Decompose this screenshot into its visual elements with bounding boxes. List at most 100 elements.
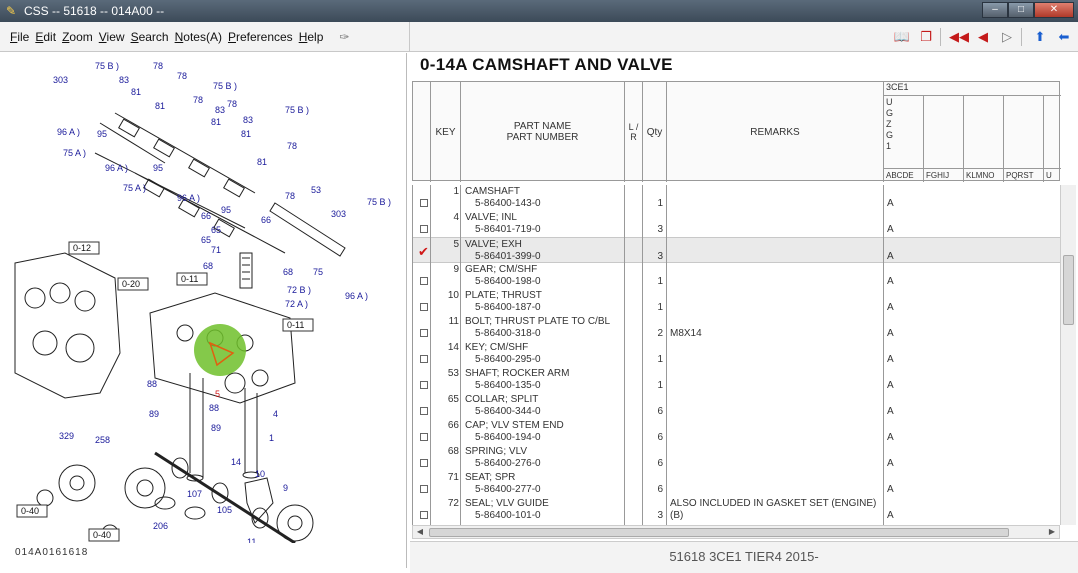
ref-label[interactable]: 0-11 [287, 320, 304, 330]
part-callout[interactable]: 75 A ) [63, 148, 86, 158]
ref-label[interactable]: 0-40 [21, 506, 39, 516]
vertical-scrollbar[interactable] [1060, 185, 1076, 525]
part-callout[interactable]: 1 [269, 433, 274, 443]
part-callout[interactable]: 68 [283, 267, 293, 277]
part-callout[interactable]: 75 B ) [367, 197, 391, 207]
table-row[interactable]: 65 COLLAR; SPLIT 5-86400-344-0 6 A [413, 393, 1060, 419]
highlight-marker[interactable] [194, 324, 246, 376]
table-row[interactable]: 66 CAP; VLV STEM END 5-86400-194-0 6 A [413, 419, 1060, 445]
table-row[interactable]: 72 SEAL; VLV GUIDE 5-86400-101-0 3 ALSO INCL… [413, 497, 1060, 523]
part-callout[interactable]: 78 [227, 99, 237, 109]
menu-preferences[interactable]: Preferences [228, 30, 293, 44]
part-column-header[interactable]: PART NAME PART NUMBER [461, 82, 625, 182]
horizontal-scrollbar[interactable]: ◀ ▶ [412, 525, 1060, 539]
table-row[interactable]: 9 GEAR; CM/SHF 5-86400-198-0 1 A [413, 263, 1060, 289]
part-callout[interactable]: 81 [131, 87, 141, 97]
row-checkbox[interactable] [420, 433, 428, 441]
part-callout[interactable]: 10 [255, 469, 265, 479]
part-callout[interactable]: 81 [257, 157, 267, 167]
part-callout[interactable]: 329 [59, 431, 74, 441]
menu-edit[interactable]: Edit [35, 30, 56, 44]
table-row[interactable]: ✔ 5 VALVE; EXH 5-86401-399-0 3 A [413, 237, 1060, 263]
scrollbar-thumb[interactable] [1063, 255, 1074, 325]
part-callout[interactable]: 81 [211, 117, 221, 127]
part-callout[interactable]: 4 [273, 409, 278, 419]
part-callout[interactable]: 68 [203, 261, 213, 271]
menu-view[interactable]: View [99, 30, 125, 44]
table-row[interactable]: 11 BOLT; THRUST PLATE TO C/BL 5-86400-318-… [413, 315, 1060, 341]
previous-page-icon[interactable]: ◀ [973, 27, 993, 47]
row-checkbox[interactable] [420, 485, 428, 493]
part-callout[interactable]: 65 [211, 225, 221, 235]
part-callout[interactable]: 88 [147, 379, 157, 389]
part-callout[interactable]: 81 [241, 129, 251, 139]
back-arrow-icon[interactable]: ⬅ [1054, 27, 1074, 47]
part-callout[interactable]: 206 [153, 521, 168, 531]
part-callout[interactable]: 65 [201, 235, 211, 245]
part-callout[interactable]: 96 A ) [345, 291, 368, 301]
part-callout[interactable]: 66 [201, 211, 211, 221]
ref-label[interactable]: 0-11 [181, 274, 198, 284]
part-callout[interactable]: 89 [211, 423, 221, 433]
copy-pages-icon[interactable]: ❐ [916, 27, 936, 47]
menu-notesa[interactable]: Notes(A) [175, 30, 222, 44]
table-row[interactable]: 10 PLATE; THRUST 5-86400-187-0 1 A [413, 289, 1060, 315]
part-callout[interactable]: 83 [243, 115, 253, 125]
qty-column-header[interactable]: Qty [643, 82, 667, 182]
first-page-icon[interactable]: ◀◀ [949, 27, 969, 47]
key-column-header[interactable]: KEY [431, 82, 461, 182]
table-row[interactable]: 71 SEAT; SPR 5-86400-277-0 6 A [413, 471, 1060, 497]
part-callout[interactable]: 66 [261, 215, 271, 225]
part-callout[interactable]: 96 A ) [105, 163, 128, 173]
part-callout[interactable]: 5 [215, 389, 220, 399]
part-callout[interactable]: 88 [209, 403, 219, 413]
part-callout[interactable]: 78 [193, 95, 203, 105]
part-callout[interactable]: 89 [149, 409, 159, 419]
part-callout[interactable]: 95 [97, 129, 107, 139]
table-row[interactable]: 4 VALVE; INL 5-86401-719-0 3 A [413, 211, 1060, 237]
row-checkbox[interactable] [420, 199, 428, 207]
remarks-column-header[interactable]: REMARKS [667, 82, 884, 182]
scroll-left-arrow-icon[interactable]: ◀ [413, 526, 427, 538]
row-checkbox[interactable] [420, 381, 428, 389]
ref-label[interactable]: 0-20 [122, 279, 140, 289]
part-callout[interactable]: 75 [313, 267, 323, 277]
part-callout[interactable]: 11 [247, 537, 256, 547]
close-button[interactable]: ✕ [1034, 2, 1074, 18]
minimize-button[interactable]: – [982, 2, 1008, 18]
part-callout[interactable]: 72 B ) [287, 285, 311, 295]
row-checkbox[interactable] [420, 225, 428, 233]
part-callout[interactable]: 78 [287, 141, 297, 151]
row-checkbox[interactable] [420, 303, 428, 311]
table-row[interactable]: 53 SHAFT; ROCKER ARM 5-86400-135-0 1 A [413, 367, 1060, 393]
part-callout[interactable]: 75 B ) [213, 81, 237, 91]
row-checkbox[interactable] [420, 511, 428, 519]
part-callout[interactable]: 75 A ) [123, 183, 146, 193]
row-checkbox[interactable] [420, 329, 428, 337]
part-callout[interactable]: 71 [211, 245, 221, 255]
exploded-parts-diagram[interactable]: 0-12 0-20 0-11 0-11 0-40 0-40 303 75 B ) 7… [5, 53, 407, 559]
diagram-pane[interactable]: 0-12 0-20 0-11 0-11 0-40 0-40 303 75 B ) 7… [5, 53, 407, 568]
part-callout[interactable]: 81 [155, 101, 165, 111]
table-row[interactable]: 1 CAMSHAFT 5-86400-143-0 1 A [413, 185, 1060, 211]
menu-help[interactable]: Help [299, 30, 324, 44]
part-callout[interactable]: 53 [311, 185, 321, 195]
ref-label[interactable]: 0-40 [93, 530, 111, 540]
part-callout[interactable]: 78 [153, 61, 163, 71]
part-callout[interactable]: 105 [217, 505, 232, 515]
part-callout[interactable]: 78 [285, 191, 295, 201]
pin-icon[interactable]: ✑ [339, 30, 349, 44]
part-callout[interactable]: 95 [221, 205, 231, 215]
row-checkbox[interactable] [420, 407, 428, 415]
row-checkbox[interactable] [420, 355, 428, 363]
part-callout[interactable]: 78 [177, 71, 187, 81]
menu-zoom[interactable]: Zoom [62, 30, 93, 44]
part-callout[interactable]: 14 [231, 457, 241, 467]
ref-label[interactable]: 0-12 [73, 243, 91, 253]
scrollbar-thumb[interactable] [429, 528, 1009, 537]
part-callout[interactable]: 95 [153, 163, 163, 173]
book-icon[interactable]: 📖 [892, 27, 912, 47]
next-page-icon[interactable]: ▷ [997, 27, 1017, 47]
part-callout[interactable]: 258 [95, 435, 110, 445]
table-row[interactable]: 68 SPRING; VLV 5-86400-276-0 6 A [413, 445, 1060, 471]
